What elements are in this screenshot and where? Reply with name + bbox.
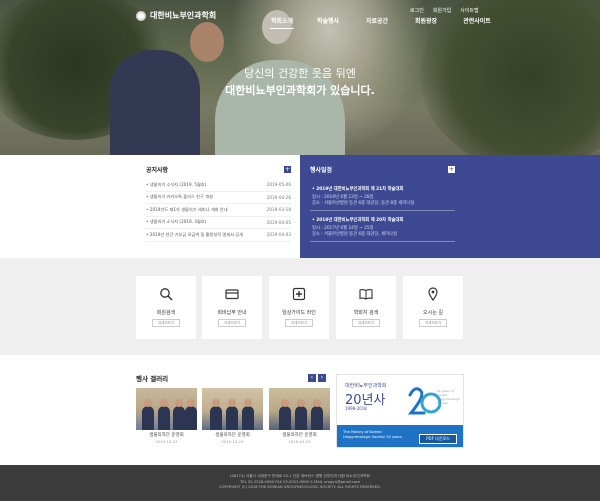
event-title: • 2018년 대한비뇨부인과학회 제 20차 학술대회 (312, 218, 404, 223)
quick-links: 회원검색 자세히보기 회비납부 안내 자세히보기 임상가이드 라인 자세히보기 … (0, 258, 600, 355)
list-item[interactable]: • 2019년도 제1차 생물의기 세미나 개최 안내 2019-03-18 (146, 204, 291, 217)
gallery-next-button[interactable]: › (318, 374, 326, 382)
notice-panel: 공지사항 + • 생물의기 소식지 (2019. 5월호) 2019-05-06 … (0, 155, 300, 258)
gallery-prev-button[interactable]: ‹ (308, 374, 316, 382)
utility-nav: 로그인 회원가입 사이트맵 (410, 7, 479, 14)
gallery-caption: 생물의자단 운영회 (282, 433, 317, 438)
detail-button[interactable]: 자세히보기 (218, 319, 246, 327)
detail-button[interactable]: 자세히보기 (352, 319, 380, 327)
event-item[interactable]: • 2019년 대한비뇨부인과학회 제 21차 학술대회 일시 : 2019년 … (312, 186, 452, 207)
events-more-button[interactable]: + (448, 166, 455, 173)
notice-item-date: 2019-05-06 (266, 182, 291, 188)
event-item[interactable]: • 2018년 대한비뇨부인과학회 제 20차 학술대회 일시 : 2017년 … (312, 217, 452, 238)
nav-item-related-sites[interactable]: 관련사이트 (452, 16, 502, 25)
signup-link[interactable]: 회원가입 (433, 7, 451, 14)
gallery-item[interactable]: 생물의자단 운영회 2019-10-25 (202, 388, 263, 445)
event-title: • 2019년 대한비뇨부인과학회 제 21차 학술대회 (312, 187, 404, 192)
list-item[interactable]: • 2019년 연간 기부금 모금액 및 활용실적 명세서 공개 2019-04-… (146, 229, 291, 242)
quick-card-guideline[interactable]: 임상가이드 라인 자세히보기 (269, 276, 329, 339)
events-panel: 행사일정 + • 2019년 대한비뇨부인과학회 제 21차 학술대회 일시 :… (300, 155, 600, 258)
gallery-date: 2019-10-29 (288, 439, 311, 444)
quick-card-label: 회원검색 (156, 310, 176, 316)
quick-card-label: 회비납부 안내 (217, 310, 247, 316)
nav-item-members[interactable]: 회원광장 (404, 16, 448, 25)
quick-card-label: 학회지 검색 (353, 310, 379, 316)
nav-item-resources[interactable]: 자료공간 (354, 16, 400, 25)
events-title: 행사일정 (310, 167, 333, 174)
nav-item-events[interactable]: 학술행사 (304, 16, 352, 25)
gallery-photo (202, 388, 263, 430)
gallery-photo (136, 388, 197, 430)
gallery-caption: 생물의자단 운영회 (215, 433, 250, 438)
hero-banner: 대한비뇨부인과학회 로그인 회원가입 사이트맵 학회소개 학술행사 자료공간 회… (0, 0, 600, 155)
logo-emblem-icon (136, 10, 146, 21)
gallery-photo (269, 388, 330, 430)
site-footer: (06174) 서울시 서대문구 연세로 50-1 신촌 세브란스 병원 산부인… (0, 465, 600, 501)
quick-card-label: 오시는 길 (423, 310, 443, 316)
notice-item-text: • 생물의기 소식지 (2019. 4월호) (146, 219, 207, 225)
list-item[interactable]: • 생물의기 소식지 (2019. 4월호) 2019-04-05 (146, 217, 291, 229)
footer-copyright: COPYRIGHT (C) 2018 THE KOREAN UROGYNECOL… (219, 485, 381, 490)
book-icon (359, 289, 373, 300)
list-item[interactable]: • 생물의기 카카오톡 플러스 친구 개설 2019-04-26 (146, 192, 291, 204)
card-icon (225, 289, 239, 300)
notice-item-date: 2019-03-18 (266, 207, 291, 213)
anniversary-20-logo-icon (407, 387, 441, 415)
medical-cross-icon (292, 287, 306, 301)
banner-english-title: The History of Korean Urogynecologic Soc… (343, 430, 402, 439)
notice-item-text: • 2019년 연간 기부금 모금액 및 활용실적 명세서 공개 (146, 231, 243, 237)
event-place: 장소 : 서울아산병원 동관 6층 대강당, 세미나실 (312, 232, 397, 237)
notice-item-text: • 생물의기 소식지 (2019. 5월호) (146, 181, 207, 187)
notice-item-date: 2019-04-03 (266, 232, 291, 238)
list-item[interactable]: • 생물의기 소식지 (2019. 5월호) 2019-05-06 (146, 179, 291, 192)
notice-item-text: • 2019년도 제1차 생물의기 세미나 개최 안내 (146, 206, 228, 212)
gallery-date: 2019-10-23 (155, 439, 178, 444)
login-link[interactable]: 로그인 (410, 7, 424, 14)
notice-list: • 생물의기 소식지 (2019. 5월호) 2019-05-06 • 생물의기 … (146, 179, 291, 242)
nav-item-about[interactable]: 학회소개 (262, 16, 302, 29)
banner-years: 1998-2018 (345, 406, 367, 411)
gallery-caption: 생물의자단 운영회 (149, 433, 184, 438)
quick-card-directions[interactable]: 오시는 길 자세히보기 (403, 276, 463, 339)
hero-headline-line2: 대한비뇨부인과학회가 있습니다. (225, 84, 375, 97)
main-nav: 학회소개 학술행사 자료공간 회원광장 관련사이트 (262, 16, 502, 29)
event-gallery: 행사 갤러리 ‹ › 생물의자단 운영회 2019-10-23 생물의자단 운영… (0, 355, 600, 465)
banner-subtitle: 대한비뇨부인과학회 (345, 383, 387, 389)
gallery-item[interactable]: 생물의자단 운영회 2019-10-23 (136, 388, 197, 445)
event-divider (310, 241, 455, 242)
map-pin-icon (428, 287, 438, 301)
quick-card-label: 임상가이드 라인 (282, 310, 316, 316)
20th-anniversary-banner[interactable]: 대한비뇨부인과학회 20년사 1998-2018 20 years of Kor… (336, 374, 464, 448)
gallery-date: 2019-10-25 (221, 439, 244, 444)
detail-button[interactable]: 자세히보기 (285, 319, 313, 327)
sitemap-link[interactable]: 사이트맵 (460, 7, 478, 14)
notice-item-date: 2019-04-26 (266, 194, 291, 200)
detail-button[interactable]: 자세히보기 (419, 319, 447, 327)
search-icon (160, 288, 173, 301)
banner-side-text: 20 years of Korean Urogynecologic Societ… (437, 389, 461, 405)
notice-title: 공지사항 (146, 167, 169, 174)
notice-item-date: 2019-04-05 (266, 219, 291, 225)
notice-more-button[interactable]: + (284, 166, 291, 173)
gallery-title: 행사 갤러리 (136, 375, 169, 383)
hero-headline-line1: 당신의 건강한 웃음 뒤엔 (244, 67, 356, 80)
quick-card-fee-guide[interactable]: 회비납부 안내 자세히보기 (202, 276, 262, 339)
quick-card-member-search[interactable]: 회원검색 자세히보기 (136, 276, 196, 339)
notice-item-text: • 생물의기 카카오톡 플러스 친구 개설 (146, 194, 213, 200)
event-divider (310, 210, 455, 211)
quick-card-journal-search[interactable]: 학회지 검색 자세히보기 (336, 276, 396, 339)
gallery-item[interactable]: 생물의자단 운영회 2019-10-29 (269, 388, 330, 445)
logo-text: 대한비뇨부인과학회 (150, 11, 217, 20)
pdf-download-button[interactable]: PDF 다운로드 (419, 434, 457, 444)
detail-button[interactable]: 자세히보기 (152, 319, 180, 327)
event-place: 장소 : 서울아산병원 동관 6층 대강당, 동관 8층 세미나실 (312, 201, 415, 206)
site-logo[interactable]: 대한비뇨부인과학회 (136, 10, 216, 21)
